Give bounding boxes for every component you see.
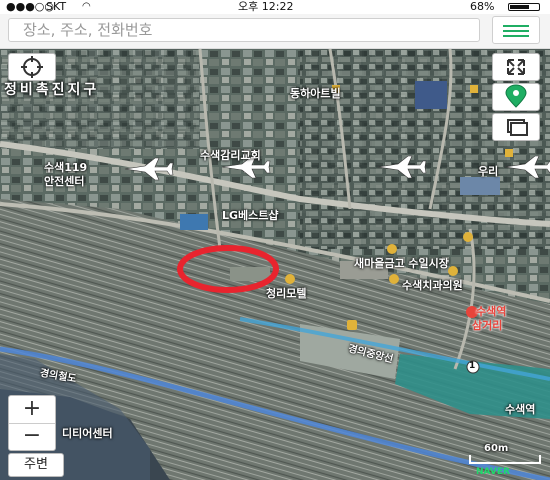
map-label-dongha-apt: 동하아트빌	[290, 87, 341, 100]
zoom-in-button[interactable]: +	[9, 396, 55, 424]
nearby-button[interactable]: 주변	[8, 453, 64, 477]
zoom-out-button[interactable]: −	[9, 423, 55, 450]
search-bar: 장소, 주소, 전화번호	[0, 14, 550, 49]
crosshair-icon	[21, 56, 43, 78]
menu-icon-line	[503, 25, 529, 27]
status-time: 오후 12:22	[238, 0, 294, 13]
menu-icon-line	[503, 30, 529, 32]
battery-level: 68%	[470, 0, 495, 13]
map-label-lg-bestshop: LG베스트샵	[222, 209, 279, 222]
map-pin-icon	[505, 84, 527, 108]
map-label-samgeori: 삼거리	[472, 319, 503, 332]
status-bar: ●●●○○ SKT ◠ 오후 12:22 68%	[0, 0, 550, 14]
wifi-icon: ◠	[82, 1, 91, 12]
search-input[interactable]: 장소, 주소, 전화번호	[8, 18, 480, 42]
building	[415, 81, 447, 109]
poi-icon	[387, 244, 397, 254]
map-label-exit-number: 1	[469, 361, 476, 371]
map-label-suseok-station: 수색역	[505, 403, 536, 416]
map-label-saemaul: 새마을금고 수일시장	[354, 257, 449, 270]
map-label-dental: 수색치과의원	[402, 279, 463, 292]
naver-logo: NAVER	[476, 467, 510, 477]
map-label-motel: 청리모텔	[266, 287, 307, 300]
map-label-woori: 우리	[478, 165, 499, 178]
menu-icon-line	[503, 35, 529, 37]
map-label-church: 수색감리교회	[200, 149, 261, 162]
battery-icon	[508, 3, 540, 11]
zoom-control: + −	[8, 395, 56, 451]
map-label-fire-center-2: 안전센터	[44, 175, 85, 188]
fullscreen-button[interactable]	[492, 53, 540, 81]
carrier-label: SKT	[46, 0, 67, 13]
map-imagery	[0, 49, 550, 480]
locate-button[interactable]	[8, 53, 56, 81]
map-label-service-center: 디티어센터	[62, 427, 113, 440]
menu-button[interactable]	[492, 16, 540, 44]
satellite-map[interactable]: 정비촉진지구 동하아트빌 수색119 안전센터 수색감리교회 우리 LG베스트샵…	[0, 49, 550, 480]
map-layers-button[interactable]	[492, 113, 540, 141]
expand-arrows-icon	[507, 59, 525, 75]
location-pin-button[interactable]	[492, 83, 540, 111]
scale-label: 60m	[484, 443, 509, 454]
layers-icon	[507, 119, 528, 136]
